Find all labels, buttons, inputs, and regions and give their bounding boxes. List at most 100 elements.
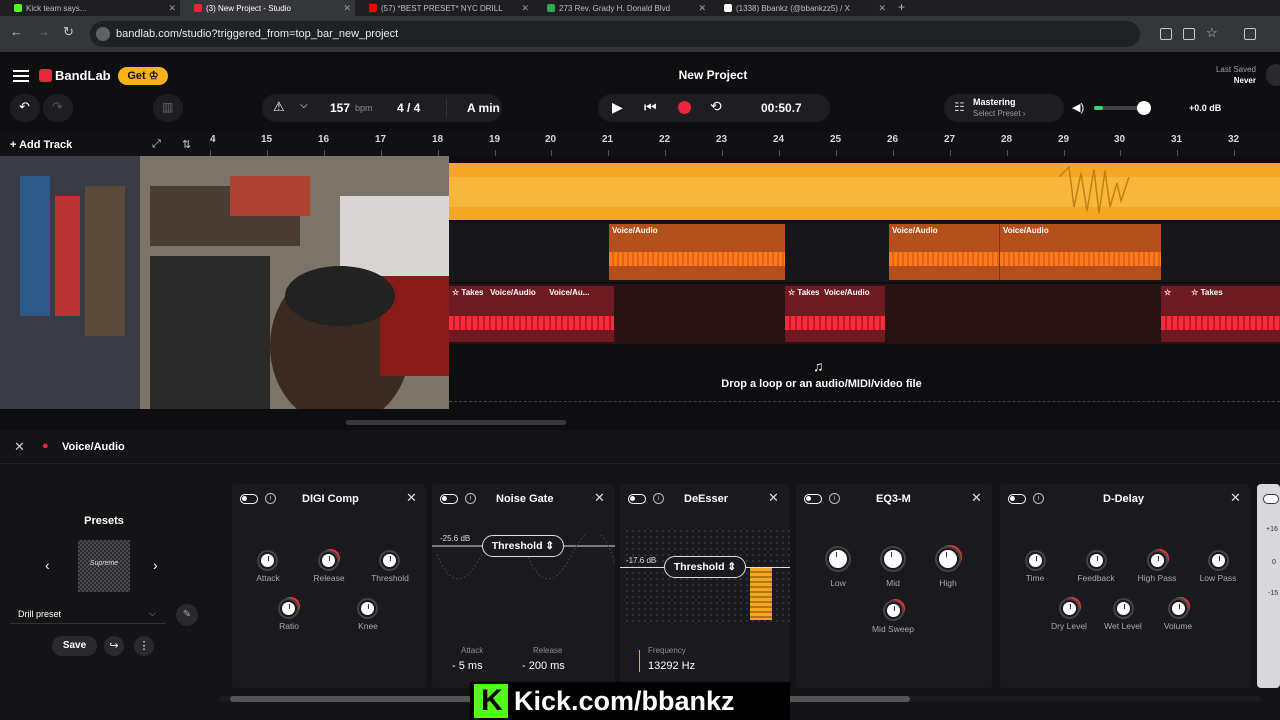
deesser-threshold-control[interactable]: Threshold ⇕	[664, 556, 746, 578]
fx-enable-toggle[interactable]	[628, 494, 646, 504]
chevron-down-icon[interactable]: ⌵	[300, 100, 308, 111]
volume-knob[interactable]	[1170, 600, 1187, 617]
release-knob[interactable]	[320, 552, 337, 569]
forward-arrow-icon[interactable]: →	[37, 24, 50, 39]
reload-icon[interactable]: ↻	[63, 24, 74, 40]
timeline-scrollbar[interactable]	[346, 420, 566, 425]
snap-icon[interactable]: ⇅	[182, 138, 191, 151]
remove-fx-icon[interactable]: ✕	[971, 490, 982, 506]
user-avatar[interactable]	[1266, 64, 1280, 86]
preset-thumbnail[interactable]: Supreme	[78, 540, 130, 592]
close-tab-icon[interactable]: ✕	[878, 3, 886, 14]
time-signature[interactable]: 4 / 4	[397, 101, 420, 115]
info-icon[interactable]: i	[829, 493, 840, 504]
fx-enable-toggle[interactable]	[804, 494, 822, 504]
bpm-unit: bpm	[355, 103, 373, 113]
volume-slider-handle[interactable]	[1137, 101, 1151, 115]
close-tab-icon[interactable]: ✕	[521, 3, 529, 14]
dry-level-knob[interactable]	[1061, 600, 1078, 617]
more-options-icon[interactable]: ⋮	[134, 636, 154, 656]
close-tab-icon[interactable]: ✕	[698, 3, 706, 14]
threshold-knob[interactable]	[381, 552, 398, 569]
timeline-ruler[interactable]	[0, 132, 1280, 156]
preset-dropdown[interactable]: Drill preset ⌵	[10, 604, 166, 624]
skip-back-icon[interactable]: ⏮	[644, 99, 657, 116]
install-app-icon[interactable]	[1183, 28, 1195, 40]
attack-knob[interactable]	[259, 552, 276, 569]
fx-enable-toggle[interactable]	[1263, 494, 1279, 504]
mid-knob[interactable]	[882, 548, 904, 570]
tab-maps[interactable]: 273 Rev. Grady H. Donald Blvd ✕	[533, 0, 710, 16]
clear-effects-icon[interactable]: ✎	[176, 604, 198, 626]
high-knob[interactable]	[937, 548, 959, 570]
play-icon[interactable]: ▶	[612, 99, 623, 116]
close-tab-icon[interactable]: ✕	[168, 3, 176, 14]
save-preset-button[interactable]: Save	[52, 636, 97, 656]
mid-sweep-knob[interactable]	[885, 602, 902, 619]
voice-region[interactable]: Voice/Audio	[999, 224, 1161, 280]
mixer-button[interactable]: ▥	[153, 94, 183, 122]
gate-threshold-control[interactable]: Threshold ⇕	[482, 535, 564, 557]
close-panel-icon[interactable]: ✕	[14, 439, 25, 455]
fx-enable-toggle[interactable]	[1008, 494, 1026, 504]
loop-icon[interactable]: ⟲	[710, 98, 722, 115]
takes-region[interactable]: ☆ Takes Voice/Audio	[785, 286, 885, 342]
takes-region[interactable]: ☆ ☆ Takes	[1161, 286, 1280, 342]
drop-zone[interactable]: ♫ Drop a loop or an audio/MIDI/video fil…	[449, 346, 1280, 402]
info-icon[interactable]: i	[465, 493, 476, 504]
knee-knob[interactable]	[359, 600, 376, 617]
release-value[interactable]: - 200 ms	[522, 660, 565, 672]
add-track-button[interactable]: + Add Track	[10, 139, 72, 151]
bookmark-star-icon[interactable]: ☆	[1206, 25, 1218, 41]
hamburger-menu-icon[interactable]	[13, 70, 29, 82]
previous-preset-icon[interactable]: ‹	[45, 557, 50, 573]
remove-fx-icon[interactable]: ✕	[406, 490, 417, 506]
next-preset-icon[interactable]: ›	[153, 557, 158, 573]
key-value[interactable]: A min	[467, 101, 500, 115]
voice-region[interactable]: Voice/Audio	[889, 224, 999, 280]
attack-value[interactable]: - 5 ms	[452, 660, 483, 672]
remove-fx-icon[interactable]: ✕	[768, 490, 779, 506]
low-knob[interactable]	[827, 548, 849, 570]
kick-logo-icon: K	[474, 684, 508, 718]
fx-enable-toggle[interactable]	[240, 494, 258, 504]
time-knob[interactable]	[1027, 552, 1044, 569]
close-tab-icon[interactable]: ✕	[343, 3, 351, 14]
metronome-icon[interactable]: ⚠	[273, 99, 285, 115]
low-pass-knob[interactable]	[1210, 552, 1227, 569]
remove-fx-icon[interactable]: ✕	[594, 490, 605, 506]
divider	[446, 99, 447, 117]
share-icon[interactable]: ↪	[104, 636, 124, 656]
puzzle-extensions-icon[interactable]	[1244, 28, 1256, 40]
wet-level-knob[interactable]	[1115, 600, 1132, 617]
info-icon[interactable]: i	[653, 493, 664, 504]
tab-kick[interactable]: Kick team says... ✕	[0, 0, 180, 16]
record-icon[interactable]	[678, 101, 691, 114]
extension-icon[interactable]	[1160, 28, 1172, 40]
bpm-value[interactable]: 157	[330, 101, 350, 115]
info-icon[interactable]: i	[265, 493, 276, 504]
remove-fx-icon[interactable]: ✕	[1230, 490, 1241, 506]
takes-region[interactable]: ☆ Takes Voice/Audio Voice/Au...	[449, 286, 614, 342]
new-tab-button[interactable]: +	[898, 0, 905, 14]
tab-x[interactable]: (1338) Bbankz (@bbankzz5) / X ✕	[710, 0, 890, 16]
redo-button[interactable]: ↷	[43, 94, 73, 122]
feedback-knob[interactable]	[1088, 552, 1105, 569]
voice-region[interactable]: Voice/Audio	[609, 224, 785, 280]
url-field[interactable]: bandlab.com/studio?triggered_from=top_ba…	[90, 21, 1140, 47]
info-icon[interactable]: i	[1033, 493, 1044, 504]
track-beat-region[interactable]	[449, 163, 1280, 220]
frequency-value[interactable]: 13292 Hz	[648, 660, 695, 672]
ratio-knob[interactable]	[280, 600, 297, 617]
back-arrow-icon[interactable]: ←	[10, 24, 23, 39]
tab-bandlab-studio[interactable]: (3) New Project - Studio ✕	[180, 0, 355, 16]
automation-icon[interactable]: ⤢	[152, 138, 161, 151]
speaker-icon[interactable]: ◀)	[1072, 101, 1084, 114]
high-pass-knob[interactable]	[1149, 552, 1166, 569]
undo-button[interactable]: ↶	[10, 94, 40, 122]
tab-youtube[interactable]: (57) *BEST PRESET* NYC DRILL ✕	[355, 0, 533, 16]
fx-enable-toggle[interactable]	[440, 494, 458, 504]
mastering-select-preset[interactable]: Select Preset ›	[973, 109, 1025, 118]
get-membership-button[interactable]: Get ♔	[118, 67, 168, 85]
site-info-icon[interactable]	[96, 27, 110, 41]
